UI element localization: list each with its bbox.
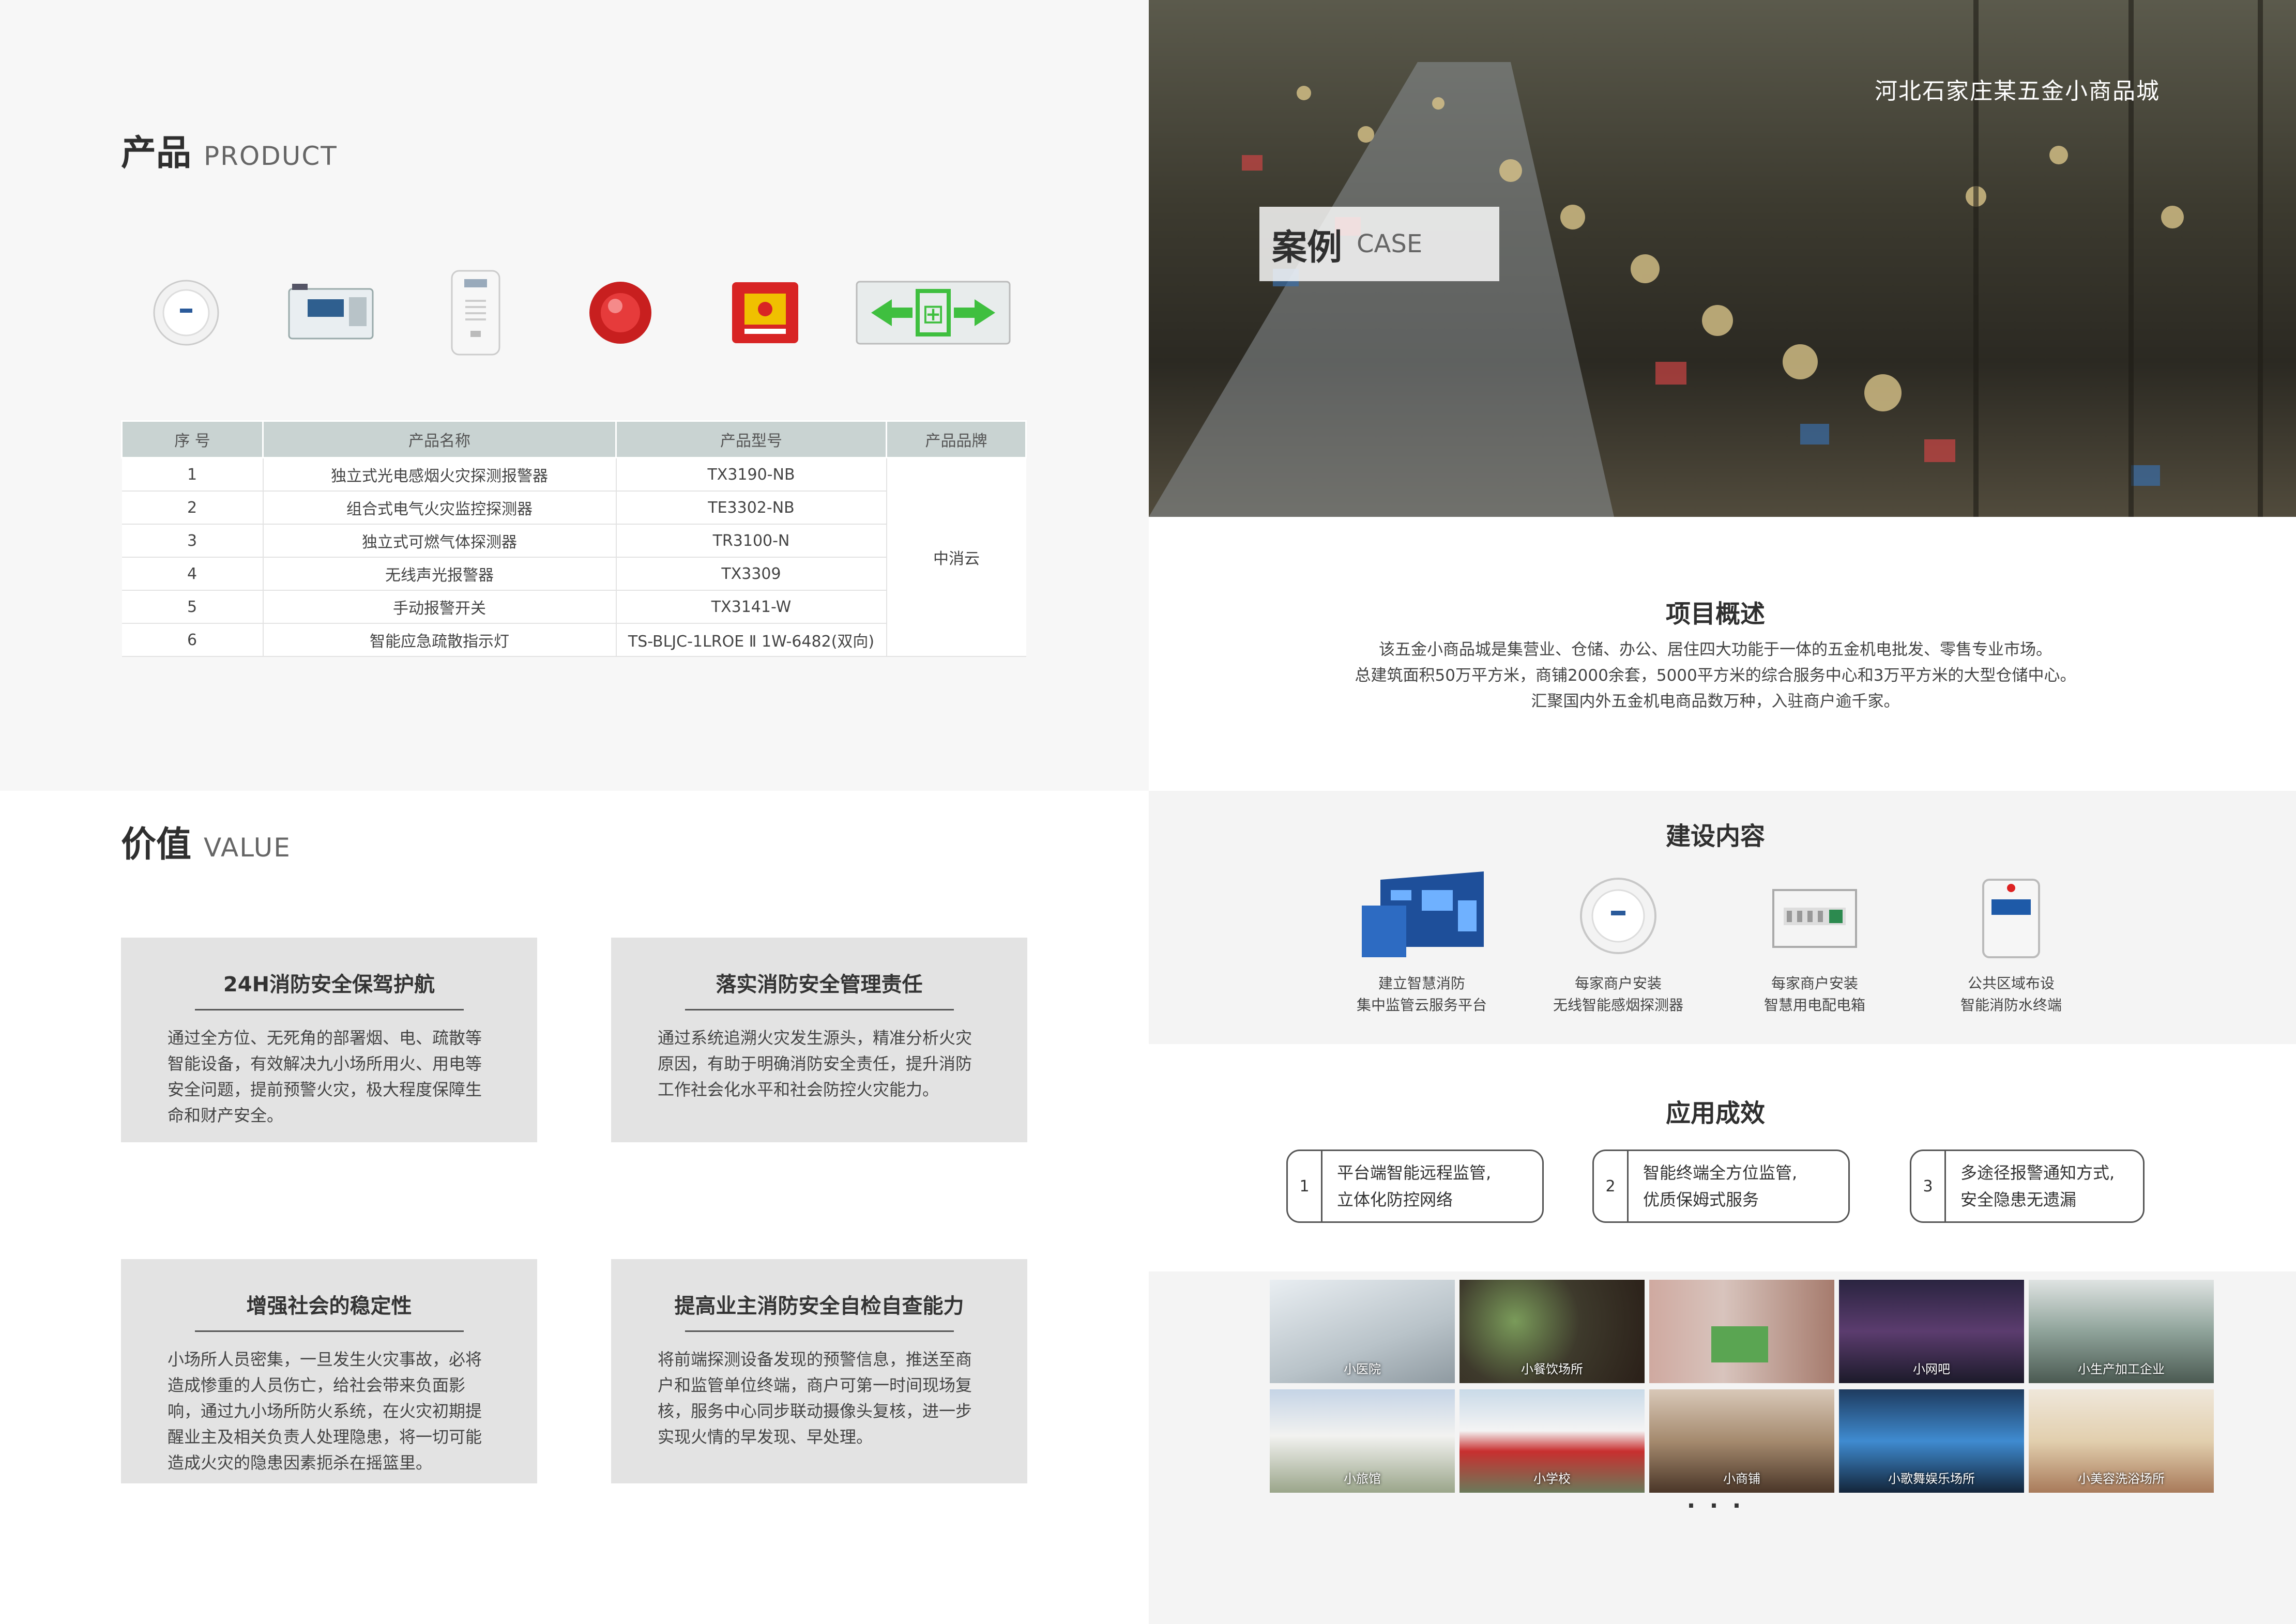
place-photo: 小生产加工企业 [2029, 1280, 2214, 1383]
dashboard-screen-icon [1362, 871, 1484, 957]
build-item: 每家商户安装 无线智能感烟探测器 [1520, 869, 1716, 1016]
cell-model: TE3302-NB [615, 491, 887, 525]
cell-name: 独立式光电感烟火灾探测报警器 [262, 457, 616, 492]
value-card: 落实消防安全管理责任 通过系统追溯火灾发生源头，精准分析火灾原因，有助于明确消防… [611, 938, 1027, 1142]
sound-light-alarm-icon [564, 261, 677, 364]
cell-no: 3 [121, 524, 263, 558]
effect-box: 2 智能终端全方位监管, 优质保姆式服务 [1592, 1150, 1850, 1223]
place-photo: 小商铺 [1649, 1389, 1834, 1493]
cell-brand: 中消云 [886, 457, 1026, 657]
table-row: 1 独立式光电感烟火灾探测报警器 TX3190-NB 中消云 [121, 457, 1026, 657]
value-heading: 价值 VALUE [121, 824, 291, 865]
product-icons-row: ⊞ [129, 261, 1013, 364]
value-card: 提高业主消防安全自检自查能力 将前端探测设备发现的预警信息，推送至商户和监管单位… [611, 1259, 1027, 1483]
cell-model: TR3100-N [615, 524, 887, 558]
place-photo: 小餐饮场所 [1459, 1280, 1645, 1383]
more-indicator: · · · [1686, 1493, 1744, 1519]
cell-name: 组合式电气火灾监控探测器 [262, 491, 616, 525]
effect-box: 3 多途径报警通知方式, 安全隐患无遗漏 [1910, 1150, 2145, 1223]
value-card: 增强社会的稳定性 小场所人员密集，一旦发生火灾事故，必将造成惨重的人员伤亡，给社… [121, 1259, 537, 1483]
build-items: 建立智慧消防 集中监管云服务平台 每家商户安装 无线智能感烟探测器 每家商户安装 智慧… [1324, 869, 2109, 1016]
value-card-body: 通过全方位、无死角的部署烟、电、疏散等智能设备，有效解决九小场所用火、用电等安全… [168, 1028, 482, 1125]
product-section-bg [0, 0, 1149, 791]
cell-name: 无线声光报警器 [262, 557, 616, 591]
cell-no: 2 [121, 491, 263, 525]
manual-alarm-switch-icon [708, 261, 822, 364]
cell-no: 1 [121, 457, 263, 492]
place-photo: 小旅馆 [1270, 1389, 1455, 1493]
build-item: 公共区域布设 智能消防水终端 [1913, 869, 2109, 1016]
value-card-body: 通过系统追溯火灾发生源头，精准分析火灾原因，有助于明确消防安全责任，提升消防工作… [658, 1028, 972, 1099]
value-card-title: 增强社会的稳定性 [246, 1294, 412, 1318]
cell-model: TX3190-NB [615, 457, 887, 492]
overview-title: 项目概述 [1665, 600, 1765, 629]
gas-detector-icon [419, 261, 533, 364]
value-section-bg [0, 791, 1149, 1624]
market-photo: 河北石家庄某五金小商品城 案例 CASE [1149, 0, 2296, 517]
place-photo [1649, 1280, 1834, 1383]
water-terminal-icon [1982, 879, 2040, 958]
table-header: 序 号 [121, 420, 264, 458]
value-card-title: 提高业主消防安全自检自查能力 [674, 1294, 964, 1318]
cell-model: TX3309 [615, 557, 887, 591]
monitor-module-icon [274, 261, 388, 364]
table-header: 产品品牌 [886, 420, 1027, 458]
place-photo: 小医院 [1270, 1280, 1455, 1383]
value-card: 24H消防安全保驾护航 通过全方位、无死角的部署烟、电、疏散等智能设备，有效解决… [121, 938, 537, 1142]
product-table: 序 号 产品名称 产品型号 产品品牌 1 独立式光电感烟火灾探测报警器 TX31… [121, 420, 1027, 657]
cell-no: 5 [121, 590, 263, 624]
product-heading: 产品 PRODUCT [121, 133, 338, 174]
value-card-body: 将前端探测设备发现的预警信息，推送至商户和监管单位终端，商户可第一时间现场复核，… [658, 1350, 972, 1447]
place-photo: 小网吧 [1839, 1280, 2024, 1383]
smoke-detector-icon [1580, 878, 1656, 954]
cell-name: 独立式可燃气体探测器 [262, 524, 616, 558]
cell-name: 智能应急疏散指示灯 [262, 623, 616, 657]
value-card-body: 小场所人员密集，一旦发生火灾事故，必将造成惨重的人员伤亡，给社会带来负面影响，通… [168, 1350, 482, 1473]
place-photo: 小歌舞娱乐场所 [1839, 1389, 2024, 1493]
effect-box: 1 平台端智能远程监管, 立体化防控网络 [1286, 1150, 1544, 1223]
cell-model: TX3141-W [615, 590, 887, 624]
value-card-title: 落实消防安全管理责任 [716, 973, 923, 997]
cell-name: 手动报警开关 [262, 590, 616, 624]
divider [194, 1009, 464, 1010]
smoke-detector-icon [129, 261, 243, 364]
build-item: 每家商户安装 智慧用电配电箱 [1716, 869, 1913, 1016]
divider [685, 1009, 954, 1010]
cell-no: 4 [121, 557, 263, 591]
overview-text: 该五金小商品城是集营业、仓储、办公、居住四大功能于一体的五金机电批发、零售专业市… [1355, 640, 2076, 711]
divider [685, 1330, 954, 1332]
case-heading: 案例 CASE [1259, 207, 1499, 281]
effect-number: 1 [1288, 1151, 1322, 1221]
build-item: 建立智慧消防 集中监管云服务平台 [1324, 869, 1520, 1016]
cell-model: TS-BLJC-1LROE Ⅱ 1W-6482(双向) [615, 623, 887, 657]
effect-number: 3 [1911, 1151, 1946, 1221]
place-photo: 小学校 [1459, 1389, 1645, 1493]
table-header-row: 序 号 产品名称 产品型号 产品品牌 [121, 420, 1027, 458]
place-photo: 小美容洗浴场所 [2029, 1389, 2214, 1493]
svg-text:⊞: ⊞ [922, 299, 945, 330]
effect-number: 2 [1594, 1151, 1629, 1221]
table-header: 产品名称 [262, 420, 617, 458]
effect-title: 应用成效 [1665, 1099, 1765, 1128]
divider [194, 1330, 464, 1332]
case-location: 河北石家庄某五金小商品城 [1875, 78, 2160, 104]
build-title: 建设内容 [1665, 822, 1765, 851]
cell-no: 6 [121, 623, 263, 657]
exit-sign-icon: ⊞ [853, 261, 1013, 364]
table-header: 产品型号 [615, 420, 887, 458]
place-gallery: 小医院 小餐饮场所 小网吧 小生产加工企业 小旅馆 小学校 小商铺 小歌舞娱乐场… [1270, 1280, 2214, 1493]
distribution-box-icon [1772, 889, 1857, 948]
value-card-title: 24H消防安全保驾护航 [223, 973, 435, 997]
